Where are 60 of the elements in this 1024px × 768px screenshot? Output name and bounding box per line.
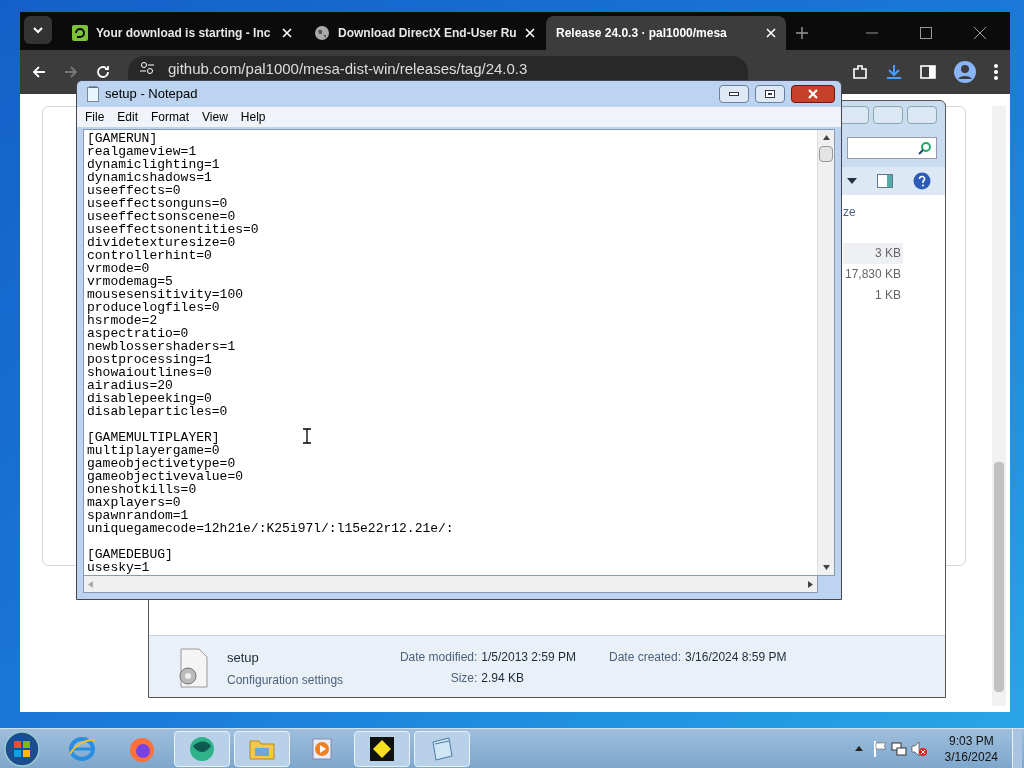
field-value: 1/5/2013 2:59 PM (481, 649, 578, 666)
tab-title: Download DirectX End-User Ru (338, 25, 517, 42)
text-line: oneshotkills=0 (87, 483, 197, 496)
field-label: Size: (449, 670, 478, 687)
text-line: [GAMEDEBUG] (87, 548, 173, 561)
text-line: uniquegamecode=12h21e/:K25i97l/:l15e22r12.21e/: (87, 522, 454, 535)
field-label: Date created: (609, 649, 682, 666)
text-line: spawnrandom=1 (87, 509, 189, 522)
file-size: 17,830 KB (843, 266, 902, 283)
browser-tab[interactable]: Download DirectX End-User Ru (304, 16, 544, 50)
file-size: 3 KB (843, 243, 903, 264)
text-line: multiplayergame=0 (87, 444, 220, 457)
text-line: realgameview=1 (87, 145, 197, 158)
text-line: vrmode=0 (87, 262, 150, 275)
field-value: 2.94 KB (481, 670, 525, 687)
text-line: useeffects=0 (87, 184, 181, 197)
menu-item[interactable]: Edit (111, 108, 145, 126)
text-line: showaioutlines=0 (87, 366, 212, 379)
text-line: postprocessing=1 (87, 353, 212, 366)
text-line: useeffectsonentities=0 (87, 223, 259, 236)
text-line: dynamicshadows=1 (87, 171, 212, 184)
menu-item[interactable]: Help (234, 108, 272, 126)
text-line: gameobjectivevalue=0 (87, 470, 244, 483)
file-size: 1 KB (874, 287, 902, 304)
field-label: Date modified: (398, 649, 478, 666)
text-line: gameobjectivetype=0 (87, 457, 236, 470)
text-line: hsrmode=2 (87, 314, 158, 327)
menu-item[interactable]: File (79, 108, 111, 126)
text-line: vrmodemag=5 (87, 275, 173, 288)
text-line: mousesensitivity=100 (87, 288, 244, 301)
text-line: dividetexturesize=0 (87, 236, 236, 249)
text-line: newblossershaders=1 (87, 340, 236, 353)
text-line: airadius=20 (87, 379, 173, 392)
url-text: github.com/pal1000/mesa-dist-win/releases/tag/24.0.3 (168, 59, 528, 79)
text-line: aspectratio=0 (87, 327, 189, 340)
clock-date[interactable]: 3/16/2024 (944, 748, 998, 765)
window-title: setup - Notepad (105, 85, 199, 104)
text-line: usesky=1 (87, 561, 150, 574)
tab-title: Release 24.0.3 · pal1000/mesa (556, 25, 728, 42)
text-line: disableparticles=0 (87, 405, 228, 418)
browser-tab[interactable]: Release 24.0.3 · pal1000/mesa (546, 16, 786, 50)
text-line: dynamiclighting=1 (87, 158, 220, 171)
text-line: useeffectsonguns=0 (87, 197, 228, 210)
text-line: [GAMERUN] (87, 132, 158, 145)
tab-title: Your download is starting - Inc (96, 25, 272, 42)
text-line: producelogfiles=0 (87, 301, 220, 314)
text-line: [GAMEMULTIPLAYER] (87, 431, 220, 444)
text-line: maxplayers=0 (87, 496, 181, 509)
text-line: controllerhint=0 (87, 249, 212, 262)
address-bar[interactable]: github.com/pal1000/mesa-dist-win/releases/tag/24.0.3 (128, 56, 748, 80)
menu-item[interactable]: Format (145, 108, 196, 126)
file-type: Configuration settings (227, 671, 345, 689)
browser-tab[interactable]: Your download is starting - Inc (62, 16, 302, 50)
text-line: useeffectsonscene=0 (87, 210, 236, 223)
text-line: disablepeeking=0 (87, 392, 212, 405)
column-header[interactable]: ze (843, 203, 856, 243)
menu-item[interactable]: View (196, 108, 234, 126)
field-value: 3/16/2024 8:59 PM (685, 649, 787, 666)
clock-time[interactable]: 9:03 PM (948, 732, 994, 749)
file-name: setup (227, 649, 260, 667)
